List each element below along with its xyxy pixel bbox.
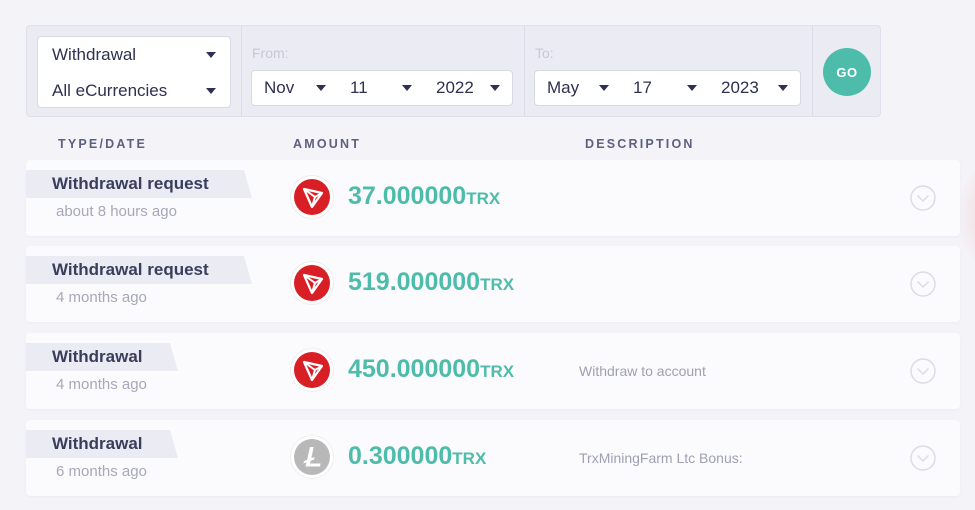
tron-icon <box>291 262 333 304</box>
transaction-row: Withdrawal request 4 months ago 519.0000… <box>26 246 960 322</box>
transaction-time: 6 months ago <box>56 463 147 480</box>
expand-chevron-icon[interactable] <box>910 445 936 471</box>
to-year-value: 2023 <box>721 78 759 97</box>
transaction-description: Withdraw to account <box>579 363 706 379</box>
amount-currency: TRX <box>452 449 487 468</box>
from-month-value: Nov <box>264 78 295 97</box>
go-button[interactable]: GO <box>823 48 871 96</box>
to-year-select[interactable]: 2023 <box>709 78 800 98</box>
transaction-type: Withdrawal request <box>52 260 209 279</box>
to-month-select[interactable]: May <box>535 78 621 98</box>
amount-currency: TRX <box>466 189 501 208</box>
transaction-amount: 519.000000TRX <box>348 268 514 297</box>
transaction-type: Withdrawal request <box>52 174 209 193</box>
transaction-row: Withdrawal 6 months ago 0.300000TRX TrxM… <box>26 420 960 496</box>
to-label: To: <box>535 45 554 61</box>
caret-down-icon <box>206 87 216 94</box>
divider <box>241 26 242 116</box>
amount-value: 450.000000 <box>348 355 481 383</box>
expand-chevron-icon[interactable] <box>910 358 936 384</box>
amount-currency: TRX <box>480 275 515 294</box>
column-header-amount: AMOUNT <box>293 137 362 151</box>
caret-down-icon <box>687 85 697 91</box>
from-year-value: 2022 <box>436 78 474 97</box>
column-header-description: DESCRIPTION <box>585 137 695 151</box>
from-date: Nov 11 2022 <box>251 70 513 106</box>
to-month-value: May <box>547 78 580 97</box>
caret-down-icon <box>316 85 326 91</box>
from-month-select[interactable]: Nov <box>252 78 338 98</box>
transaction-amount: 0.300000TRX <box>348 442 486 471</box>
amount-value: 0.300000 <box>348 442 453 470</box>
from-day-value: 11 <box>350 78 368 97</box>
transaction-time: 4 months ago <box>56 289 147 306</box>
transaction-description: TrxMiningFarm Ltc Bonus: <box>579 450 743 466</box>
tron-icon <box>291 176 333 218</box>
filter-bar: Withdrawal All eCurrencies From: Nov 11 … <box>26 25 881 117</box>
expand-chevron-icon[interactable] <box>910 185 936 211</box>
currency-select-value: All eCurrencies <box>52 80 168 100</box>
type-select-value: Withdrawal <box>52 44 137 64</box>
from-label: From: <box>252 45 289 61</box>
caret-down-icon <box>402 85 412 91</box>
transaction-amount: 450.000000TRX <box>348 355 514 384</box>
expand-chevron-icon[interactable] <box>910 271 936 297</box>
amount-value: 519.000000 <box>348 268 481 296</box>
tron-icon <box>291 349 333 391</box>
to-date: May 17 2023 <box>534 70 801 106</box>
transaction-amount: 37.000000TRX <box>348 182 500 211</box>
transaction-time: 4 months ago <box>56 376 147 393</box>
transaction-row: Withdrawal 4 months ago 450.000000TRX Wi… <box>26 333 960 409</box>
caret-down-icon <box>206 51 216 58</box>
transaction-type: Withdrawal <box>52 347 143 366</box>
to-day-select[interactable]: 17 <box>621 78 709 98</box>
amount-value: 37.000000 <box>348 182 467 210</box>
type-currency-select: Withdrawal All eCurrencies <box>37 36 231 108</box>
from-day-select[interactable]: 11 <box>338 78 424 98</box>
column-header-type-date: TYPE/DATE <box>58 137 148 151</box>
type-select[interactable]: Withdrawal <box>38 37 230 72</box>
transaction-time: about 8 hours ago <box>56 203 177 220</box>
caret-down-icon <box>490 85 500 91</box>
transaction-row: Withdrawal request about 8 hours ago 37.… <box>26 160 960 236</box>
caret-down-icon <box>778 85 788 91</box>
divider <box>524 26 525 116</box>
transaction-type: Withdrawal <box>52 434 143 453</box>
caret-down-icon <box>599 85 609 91</box>
to-day-value: 17 <box>633 78 652 97</box>
amount-currency: TRX <box>480 362 515 381</box>
divider <box>812 26 813 116</box>
litecoin-icon <box>291 436 333 478</box>
from-year-select[interactable]: 2022 <box>424 78 512 98</box>
currency-select[interactable]: All eCurrencies <box>38 73 230 108</box>
